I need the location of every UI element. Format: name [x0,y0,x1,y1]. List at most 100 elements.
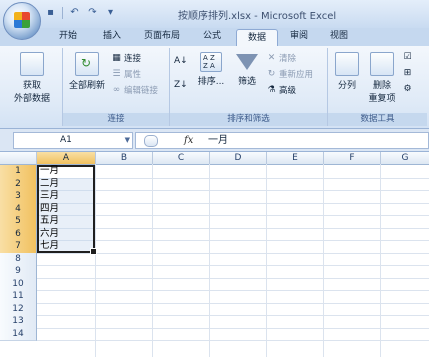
tab-home[interactable]: 开始 [52,28,84,46]
formula-bar-resize-handle[interactable] [144,135,158,147]
row-header-12[interactable]: 12 [0,302,37,316]
edit-links-button[interactable]: ∞ 编辑链接 [111,84,159,97]
properties-label: 属性 [124,70,142,80]
reapply-icon: ↻ [267,68,276,79]
cell-a3[interactable]: 三月 [40,190,59,203]
row-header-13[interactable]: 13 [0,315,37,329]
column-header-e[interactable]: E [267,152,324,165]
table-row [37,203,429,216]
ribbon-tabs: 开始 插入 页面布局 公式 数据 审阅 视图 [0,28,429,47]
row-header-10[interactable]: 10 [0,277,37,291]
column-header-b[interactable]: B [96,152,153,165]
clear-filter-button[interactable]: ✕ 清除 [266,52,297,65]
row-header-9[interactable]: 9 [0,265,37,279]
sort-ascending-button[interactable]: A↓ [174,56,188,67]
advanced-filter-button[interactable]: ⚗ 高级 [266,84,297,97]
connections-label: 连接 [124,54,142,64]
undo-icon[interactable]: ↶ [68,6,81,19]
row-header-8[interactable]: 8 [0,252,37,266]
cell-a1[interactable]: 一月 [40,165,59,178]
cell-a7[interactable]: 七月 [40,240,59,253]
sort-dialog-icon: A ZZ A [200,52,222,72]
advanced-filter-icon: ⚗ [267,84,276,95]
chevron-down-icon[interactable]: ▼ [125,133,130,148]
group-label-sort-filter: 排序和筛选 [170,113,327,126]
data-validation-icon: ☑ [403,52,412,62]
save-icon[interactable]: ▪ [44,6,57,19]
tab-review[interactable]: 审阅 [282,28,316,46]
sort-button[interactable]: A ZZ A 排序... [194,52,228,87]
what-if-button[interactable]: ⚙ [402,84,413,95]
customize-icon[interactable]: ▾ [104,6,117,19]
quick-access-toolbar: ▪ ↶ ↷ ▾ [44,6,117,19]
fill-handle[interactable] [90,248,97,255]
advanced-label: 高级 [279,86,297,96]
select-all-corner[interactable] [0,152,37,165]
row-header-3[interactable]: 3 [0,190,37,204]
ribbon: 获取 外部数据 ↻ 全部刷新 ▦ 连接 ☰ 属性 ∞ 编辑链接 连接 A↓ Z↓ [0,46,429,129]
get-external-data-button[interactable]: 获取 外部数据 [6,52,58,104]
tab-formulas[interactable]: 公式 [194,28,230,46]
cell-a2[interactable]: 二月 [40,178,59,191]
tab-insert[interactable]: 插入 [96,28,128,46]
text-to-columns-button[interactable]: 分列 [330,52,364,91]
column-header-c[interactable]: C [153,152,210,165]
refresh-all-label: 全部刷新 [68,81,105,91]
tab-view[interactable]: 视图 [322,28,356,46]
table-row [37,215,429,229]
table-row [37,303,429,316]
row-header-2[interactable]: 2 [0,177,37,191]
reapply-label: 重新应用 [279,70,314,80]
cell-a4[interactable]: 四月 [40,203,59,216]
worksheet-grid[interactable]: A B C D E F G 1 2 3 4 5 6 7 8 9 10 11 12… [0,152,429,357]
column-header-d[interactable]: D [210,152,267,165]
connections-button[interactable]: ▦ 连接 [111,52,142,65]
consolidate-icon: ⊞ [403,68,412,78]
link-icon: ∞ [112,84,121,95]
consolidate-button[interactable]: ⊞ [402,68,413,79]
group-get-external: 获取 外部数据 [2,48,63,126]
column-header-a[interactable]: A [37,152,96,165]
data-validation-button[interactable]: ☑ [402,52,413,63]
formula-input[interactable]: fx 一月 [135,132,429,149]
table-row [37,165,429,179]
separator [62,6,63,19]
filter-button[interactable]: 筛选 [230,52,264,87]
row-header-4[interactable]: 4 [0,202,37,216]
remove-duplicates-button[interactable]: 删除 重复项 [364,52,400,104]
row-header-6[interactable]: 6 [0,227,37,241]
sort-label: 排序... [197,77,225,87]
tab-data[interactable]: 数据 [236,29,278,47]
clear-label: 清除 [279,54,297,64]
row-header-11[interactable]: 11 [0,290,37,304]
row-header-14[interactable]: 14 [0,327,37,341]
sort-descending-button[interactable]: Z↓ [174,80,188,91]
name-box[interactable]: A1 ▼ [13,132,133,149]
cell-a5[interactable]: 五月 [40,215,59,228]
redo-icon[interactable]: ↷ [86,6,99,19]
refresh-all-button[interactable]: ↻ 全部刷新 [65,52,109,91]
group-label-connections: 连接 [63,113,169,126]
office-logo-icon [14,12,30,28]
database-icon [20,52,44,76]
column-header-f[interactable]: F [324,152,381,165]
edit-links-label: 编辑链接 [124,86,159,96]
table-row [37,278,429,291]
title-bar: ▪ ↶ ↷ ▾ 按顺序排列.xlsx - Microsoft Excel [0,0,429,40]
office-button[interactable] [3,2,41,40]
window-title: 按顺序排列.xlsx - Microsoft Excel [178,11,337,22]
row-header-7[interactable]: 7 [0,240,37,254]
table-row [37,315,429,329]
insert-function-icon[interactable]: fx [184,133,193,148]
tab-page-layout[interactable]: 页面布局 [138,28,186,46]
row-header-1[interactable]: 1 [0,165,37,179]
properties-icon: ☰ [112,68,121,79]
reapply-button[interactable]: ↻ 重新应用 [266,68,314,81]
formula-value: 一月 [208,135,228,146]
column-header-g[interactable]: G [381,152,429,165]
sort-za-icon: Z↓ [174,80,188,90]
properties-button[interactable]: ☰ 属性 [111,68,142,81]
cell-a6[interactable]: 六月 [40,228,59,241]
remove-duplicates-icon [370,52,394,76]
row-header-5[interactable]: 5 [0,215,37,229]
